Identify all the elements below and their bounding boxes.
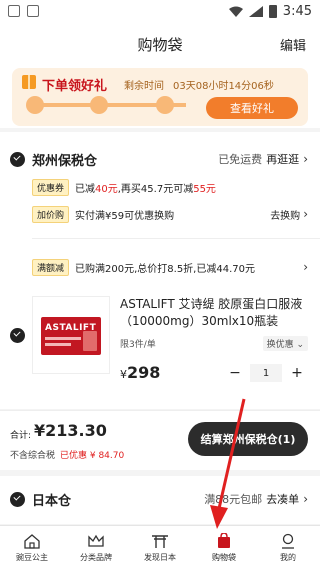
tab-label: 我的 xyxy=(280,552,296,562)
product-image[interactable]: ASTALIFT xyxy=(32,296,110,374)
addon-action[interactable]: 去换购 › xyxy=(270,207,308,222)
page-header: 购物袋 编辑 xyxy=(0,22,320,66)
view-gifts-button[interactable]: 查看好礼 xyxy=(206,97,298,119)
addon-text: 实付满¥59可优惠换购 xyxy=(75,210,175,222)
status-bar: 3:45 xyxy=(0,0,320,22)
warehouse-name-2: 日本仓 xyxy=(32,493,72,509)
user-icon xyxy=(282,533,294,549)
gift-icon xyxy=(22,75,36,89)
notification-icon xyxy=(8,5,20,17)
warehouse-header-2: 日本仓 满88元包邮 去凑单 › xyxy=(0,488,320,510)
product-checkbox[interactable] xyxy=(10,328,25,343)
full-reduce-tag: 满额减 xyxy=(32,258,70,276)
bag-icon xyxy=(218,532,230,548)
coupon-row: 优惠券 已减40元,再买45.7元可减55元 xyxy=(32,178,308,196)
page-title: 购物袋 xyxy=(137,35,183,54)
total-amount: ¥213.30 xyxy=(34,421,107,440)
chevron-down-icon: ⌄ xyxy=(296,340,304,350)
continue-shopping-link[interactable]: 再逛逛 xyxy=(266,151,299,167)
warehouse-checkbox[interactable] xyxy=(10,151,25,167)
status-left-icons xyxy=(8,5,39,17)
divider xyxy=(32,238,320,239)
chevron-right-icon: › xyxy=(303,207,308,221)
decrease-button[interactable]: − xyxy=(224,365,246,381)
warehouse-shipping[interactable]: 已免运费 再逛逛 › xyxy=(218,151,308,167)
warehouse-card: 郑州保税仓 已免运费 再逛逛 › 优惠券 已减40元,再买45.7元可减55元 … xyxy=(0,132,320,409)
checkout-button[interactable]: 结算郑州保税仓(1) xyxy=(188,422,308,456)
status-time: 3:45 xyxy=(282,3,312,19)
add-items-link[interactable]: 去凑单 xyxy=(266,491,299,507)
notification-icon xyxy=(27,5,39,17)
chevron-right-icon: › xyxy=(303,152,308,166)
warehouse-checkbox-2[interactable] xyxy=(10,491,25,507)
shipping-note-2: 满88元包邮 xyxy=(204,493,263,506)
coupon-text: 已减40元,再买45.7元可减55元 xyxy=(75,183,216,195)
total-bar: 合计: ¥213.30 不含综合税 已优惠 ¥ 84.70 结算郑州保税仓(1) xyxy=(0,410,320,470)
battery-icon xyxy=(268,4,277,18)
promo-section: 下单领好礼 剩余时间 03天08小时14分06秒 查看好礼 xyxy=(0,66,320,128)
edit-button[interactable]: 编辑 xyxy=(280,35,306,54)
promo-time-label: 剩余时间 xyxy=(124,81,164,92)
discount-note: 已优惠 ¥ 84.70 xyxy=(60,451,125,461)
tab-categories[interactable]: 分类品牌 xyxy=(64,526,128,569)
addon-tag: 加价购 xyxy=(32,205,70,223)
chevron-right-icon: › xyxy=(303,260,308,274)
addon-row: 加价购 实付满¥59可优惠换购 去换购 › xyxy=(32,205,308,223)
chevron-right-icon: › xyxy=(303,492,308,506)
product-box-graphic: ASTALIFT xyxy=(41,317,101,355)
status-right: 3:45 xyxy=(228,3,312,19)
warehouse-shipping-2[interactable]: 满88元包邮 去凑单 › xyxy=(204,491,308,507)
tab-home[interactable]: 豌豆公主 xyxy=(0,526,64,569)
tab-bag[interactable]: 购物袋 xyxy=(192,526,256,569)
full-reduce-text: 已购满200元,总价打8.5折,已减44.70元 xyxy=(75,263,255,275)
wifi-icon xyxy=(228,6,243,17)
product-price: ¥298 xyxy=(120,363,161,382)
tab-label: 豌豆公主 xyxy=(16,552,48,562)
total-label: 合计: xyxy=(10,431,32,441)
promo-progress-dot xyxy=(26,96,44,114)
promo-banner[interactable]: 下单领好礼 剩余时间 03天08小时14分06秒 查看好礼 xyxy=(12,68,308,126)
promo-title: 下单领好礼 xyxy=(42,79,108,94)
tab-label: 发现日本 xyxy=(144,552,176,562)
tab-discover[interactable]: 发现日本 xyxy=(128,526,192,569)
promo-progress-dot xyxy=(90,96,108,114)
coupon-tag: 优惠券 xyxy=(32,178,70,196)
crown-icon xyxy=(88,534,104,547)
warehouse-name: 郑州保税仓 xyxy=(32,153,98,169)
tab-profile[interactable]: 我的 xyxy=(256,526,320,569)
product-limit: 限3件/单 xyxy=(120,340,156,350)
product-bottles xyxy=(83,331,97,351)
warehouse-card-2: 日本仓 满88元包邮 去凑单 › xyxy=(0,476,320,524)
quantity-stepper: − 1 + xyxy=(224,364,308,382)
torii-icon xyxy=(152,534,168,548)
tab-label: 分类品牌 xyxy=(80,552,112,562)
tab-label: 购物袋 xyxy=(212,552,236,562)
promo-countdown: 03天08小时14分06秒 xyxy=(173,81,274,92)
tab-bar: 豌豆公主 分类品牌 发现日本 购物袋 我的 xyxy=(0,525,320,569)
promo-progress-dot xyxy=(156,96,174,114)
tax-note: 不含综合税 xyxy=(10,451,56,461)
home-icon xyxy=(24,533,40,549)
quantity-value[interactable]: 1 xyxy=(250,364,282,382)
shipping-note: 已免运费 xyxy=(218,153,263,166)
full-reduce-row[interactable]: 满额减 已购满200元,总价打8.5折,已减44.70元 › xyxy=(32,258,308,276)
change-discount-dropdown[interactable]: 换优惠 ⌄ xyxy=(262,336,308,351)
increase-button[interactable]: + xyxy=(286,365,308,381)
warehouse-header: 郑州保税仓 已免运费 再逛逛 › xyxy=(0,148,320,170)
product-name[interactable]: ASTALIFT 艾诗缇 胶原蛋白口服液（10000mg）30mlx10瓶装 xyxy=(120,296,308,330)
signal-icon xyxy=(248,5,263,17)
